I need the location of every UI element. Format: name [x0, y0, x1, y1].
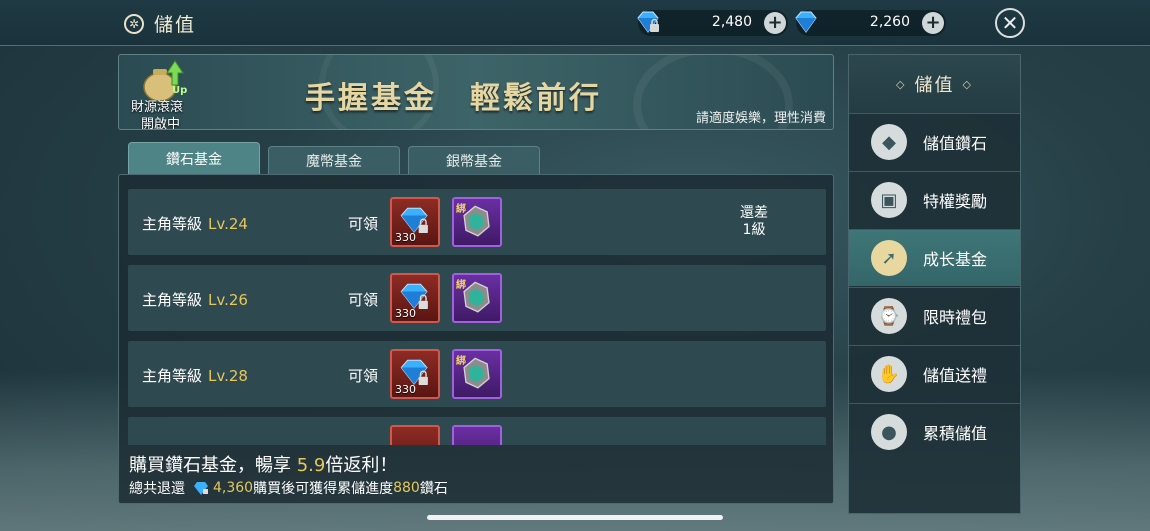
close-button[interactable]: ✕ — [995, 8, 1025, 38]
reward-locked-diamond[interactable]: 330 — [390, 197, 440, 247]
diamond-icon: ◆ — [871, 124, 907, 160]
reward-bound-ring[interactable] — [452, 425, 502, 445]
sidebar-item-cumulative-recharge[interactable]: ● 累積儲值 — [849, 403, 1020, 460]
sidebar-item-label: 特權獎勵 — [923, 192, 988, 211]
reward-bound-ring[interactable]: 綁 — [452, 273, 502, 323]
level-gap-status: 還差 1級 — [740, 205, 768, 238]
bound-tag: 綁 — [456, 204, 466, 215]
piggy-bank-icon: ● — [871, 414, 907, 450]
rebate-detail: 總共退還 4,360 購買後可獲得累儲進度 880 鑽石 — [129, 480, 448, 497]
list-item: 主角等級 Lv.28 可領 330 綁 — [128, 341, 826, 407]
fund-banner: Up 財源滾滾 開啟中 手握基金 輕鬆前行 請適度娛樂，理性消費 — [118, 54, 834, 130]
list-item-partial — [128, 417, 826, 445]
fund-summary: 購買鑽石基金，暢享 5.9倍返利！ 總共退還 4,360 購買後可獲得累儲進度 8… — [129, 447, 825, 499]
reward-quantity: 330 — [395, 307, 416, 320]
sidebar-item-label: 成长基金 — [923, 250, 988, 269]
reward-locked-diamond[interactable] — [390, 425, 440, 445]
gift-hand-icon: ✋ — [871, 356, 907, 392]
list-item: 主角等級 Lv.24 可領 330 綁 還差 1級 — [128, 189, 826, 255]
sidebar-item-label: 限時禮包 — [923, 308, 988, 327]
level-requirement: 主角等級 Lv.26 — [142, 291, 248, 309]
reward-locked-diamond[interactable]: 330 — [390, 273, 440, 323]
page-title: 儲值 — [154, 14, 197, 36]
bound-tag: 綁 — [456, 280, 466, 291]
side-menu-title: ◇ 儲值 ◇ — [849, 55, 1020, 113]
reward-bound-ring[interactable]: 綁 — [452, 349, 502, 399]
sidebar-item-label: 儲值送禮 — [923, 366, 988, 385]
growth-arrow-icon: ➚ — [871, 240, 907, 276]
diamond-icon — [795, 11, 817, 33]
add-diamond-button[interactable]: + — [922, 12, 944, 34]
list-item: 主角等級 Lv.26 可領 330 綁 — [128, 265, 826, 331]
diamond-balance: 2,260 + — [795, 10, 946, 36]
add-locked-diamond-button[interactable]: + — [764, 12, 786, 34]
diamond-amount: 2,260 — [869, 14, 910, 30]
sidebar-item-label: 累積儲值 — [923, 424, 988, 443]
tab-magic-coin-fund[interactable]: 魔幣基金 — [268, 146, 400, 174]
sidebar-item-growth-fund[interactable]: ➚ 成长基金 — [849, 229, 1020, 286]
side-menu: ◇ 儲值 ◇ ◆ 儲值鑽石 ▣ 特權獎勵 ➚ 成长基金 ⌚ 限時禮包 ✋ 儲值送… — [848, 54, 1021, 514]
fund-list-panel: 主角等級 Lv.24 可領 330 綁 還差 1級 主角等級 Lv.26 可領 … — [118, 174, 834, 504]
locked-diamond-amount: 2,480 — [711, 14, 752, 30]
sidebar-item-recharge-gifts[interactable]: ✋ 儲值送禮 — [849, 345, 1020, 402]
level-requirement: 主角等級 Lv.24 — [142, 215, 248, 233]
reward-quantity: 330 — [395, 231, 416, 244]
page-title-group: ✲ 儲值 — [124, 10, 196, 37]
reward-bound-ring[interactable]: 綁 — [452, 197, 502, 247]
locked-diamond-icon — [637, 11, 659, 33]
bag-status: 開啟中 — [141, 117, 181, 130]
locked-diamond-icon — [194, 482, 208, 495]
home-indicator[interactable] — [427, 515, 723, 520]
gift-clock-icon: ⌚ — [871, 298, 907, 334]
sidebar-item-limited-packs[interactable]: ⌚ 限時禮包 — [849, 287, 1020, 344]
tab-silver-coin-fund[interactable]: 銀幣基金 — [408, 146, 540, 174]
reward-quantity: 330 — [395, 383, 416, 396]
top-bar: ✲ 儲值 2,480 + 2,260 + ✕ — [0, 0, 1150, 46]
ornament-icon: ◇ — [962, 77, 973, 91]
locked-diamond-balance: 2,480 + — [637, 10, 788, 36]
fund-reward-list[interactable]: 主角等級 Lv.24 可領 330 綁 還差 1級 主角等級 Lv.26 可領 … — [128, 189, 826, 445]
tab-diamond-fund[interactable]: 鑽石基金 — [128, 142, 260, 174]
store-emblem-icon: ✲ — [124, 13, 144, 34]
sidebar-item-privilege-rewards[interactable]: ▣ 特權獎勵 — [849, 171, 1020, 228]
claim-label: 可領 — [348, 215, 379, 233]
banner-title: 手握基金 輕鬆前行 — [305, 81, 602, 116]
treasure-chest-icon: ▣ — [871, 182, 907, 218]
ornament-icon: ◇ — [896, 77, 907, 91]
sidebar-item-recharge-diamonds[interactable]: ◆ 儲值鑽石 — [849, 113, 1020, 170]
banner-note: 請適度娛樂，理性消費 — [695, 111, 826, 126]
up-badge: Up — [172, 85, 188, 96]
level-requirement: 主角等級 Lv.28 — [142, 367, 248, 385]
bound-tag: 綁 — [456, 356, 466, 367]
claim-label: 可領 — [348, 291, 379, 309]
rebate-headline: 購買鑽石基金，暢享 5.9倍返利！ — [129, 455, 398, 476]
reward-locked-diamond[interactable]: 330 — [390, 349, 440, 399]
sidebar-item-label: 儲值鑽石 — [923, 134, 988, 153]
claim-label: 可領 — [348, 367, 379, 385]
